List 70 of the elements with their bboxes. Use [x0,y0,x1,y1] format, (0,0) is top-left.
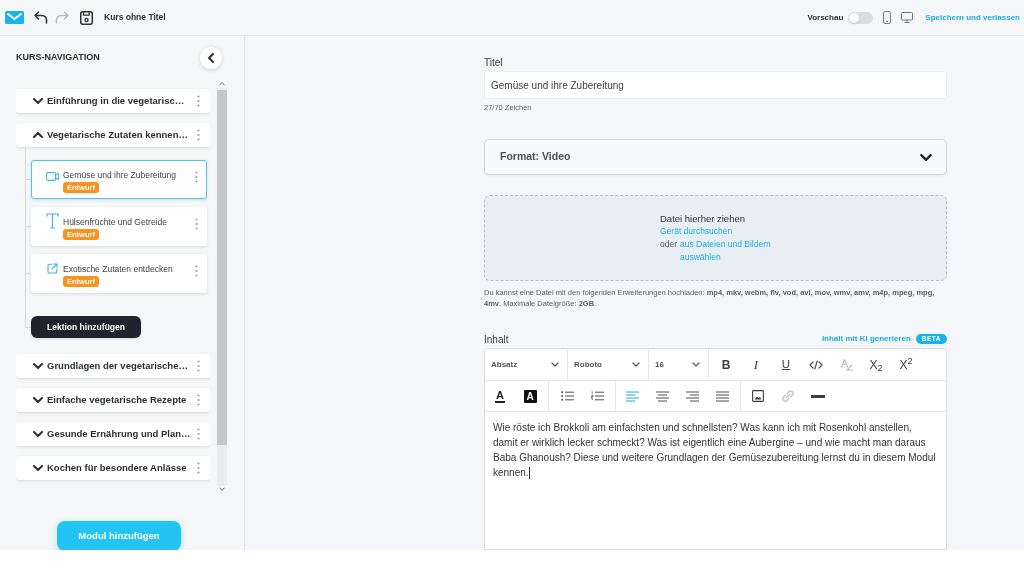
code-icon[interactable] [809,359,823,370]
undo-icon[interactable] [34,11,48,24]
scroll-up-icon[interactable] [219,81,225,86]
external-link-icon [47,263,58,274]
lesson-title: Gemüse und ihre Zubereitung [63,169,176,181]
lesson-title: Hülsenfrüchte und Getreide [63,216,167,228]
module-title: Grundlagen der vegetarische… [47,358,189,373]
font-size-dropdown[interactable]: 16 [649,349,709,380]
text-color-button[interactable]: A [495,389,505,403]
scroll-down-icon[interactable] [219,487,225,492]
save-icon[interactable] [80,10,93,25]
highlight-color-button[interactable]: A [523,389,537,403]
more-icon[interactable] [197,428,200,440]
module-title: Vegetarische Zutaten kennen… [47,127,189,142]
module-card[interactable]: Vegetarische Zutaten kennen… [16,123,210,147]
field-label: Titel [484,56,503,70]
phone-icon[interactable] [883,11,892,24]
numbered-list-icon[interactable] [590,391,604,401]
font-family-dropdown[interactable]: Roboto [568,349,649,380]
chevron-down-icon [692,362,700,367]
text-icon [46,213,59,229]
lesson-title: Exotische Zutaten entdecken [63,263,173,275]
module-card[interactable]: Einfache vegetarische Rezepte [16,388,210,412]
align-justify-icon[interactable] [715,390,729,402]
module-title: Einführung in die vegetarisc… [47,93,186,108]
editor-content[interactable]: Wie röste ich Brokkoli am einfachsten und schnellsten? Was kann ich mit Rosenkohl anstellen, damit er wirklich lecker schmeckt? Was ist eigentlich eine Aubergine – und wie macht man daraus Baba Ghanoush? Diese und weitere Grundlagen der Gemüsezubereitung lernst du in diesem Modul kennen. [485,412,946,549]
format-select[interactable]: Format: Video [484,139,947,175]
align-center-icon[interactable] [655,390,669,402]
more-icon[interactable] [197,129,200,141]
chevron-down-icon [551,362,559,367]
envelope-icon [5,11,24,24]
align-right-icon[interactable] [685,390,699,402]
monitor-icon[interactable] [901,12,914,23]
more-icon[interactable] [195,171,198,183]
bullet-list-icon[interactable] [560,391,574,401]
more-icon[interactable] [195,265,198,277]
course-title: Kurs ohne Titel [104,11,166,24]
chevron-left-icon [208,53,214,63]
more-icon[interactable] [197,360,200,372]
module-card[interactable]: Einführung in die vegetarisc… [16,89,210,113]
dropzone-heading: Datei hierher ziehen [660,212,745,225]
more-icon[interactable] [197,462,200,474]
image-icon[interactable] [752,390,764,402]
preview-toggle[interactable] [848,11,874,24]
text-cursor [528,467,530,480]
sidebar-heading: KURS-NAVIGATION [16,51,100,65]
block-format-dropdown[interactable]: Absatz [485,349,568,380]
more-icon[interactable] [197,394,200,406]
module-title: Einfache vegetarische Rezepte [47,392,188,407]
more-icon[interactable] [197,95,200,107]
subscript-button[interactable]: X$_{2}$ [869,355,883,374]
content-label: Inhalt [484,332,509,347]
module-card[interactable]: Kochen für besondere Anlässe [16,456,210,480]
module-title: Gesunde Ernährung und Plan… [47,426,192,441]
align-left-icon[interactable] [625,390,639,402]
preview-label: Vorschau [807,11,844,24]
title-input[interactable]: Gemüse und ihre Zubereitung [484,71,947,99]
module-card[interactable]: Gesunde Ernährung und Plan… [16,422,210,446]
underline-button[interactable]: U [781,355,791,374]
video-camera-icon [46,172,59,181]
superscript-button[interactable]: X$^{2}$ [899,355,913,374]
module-title: Kochen für besondere Anlässe [47,460,188,475]
chevron-down-icon [632,362,640,367]
more-icon[interactable] [195,218,198,230]
or-label: oder [660,238,677,251]
italic-button[interactable]: I [753,354,759,375]
add-lesson-button[interactable]: Lektion hinzufügen [31,316,141,338]
collapse-sidebar-button[interactable] [200,47,222,69]
bold-button[interactable]: B [721,355,731,374]
module-card[interactable]: Grundlagen der vegetarische… [16,354,210,378]
